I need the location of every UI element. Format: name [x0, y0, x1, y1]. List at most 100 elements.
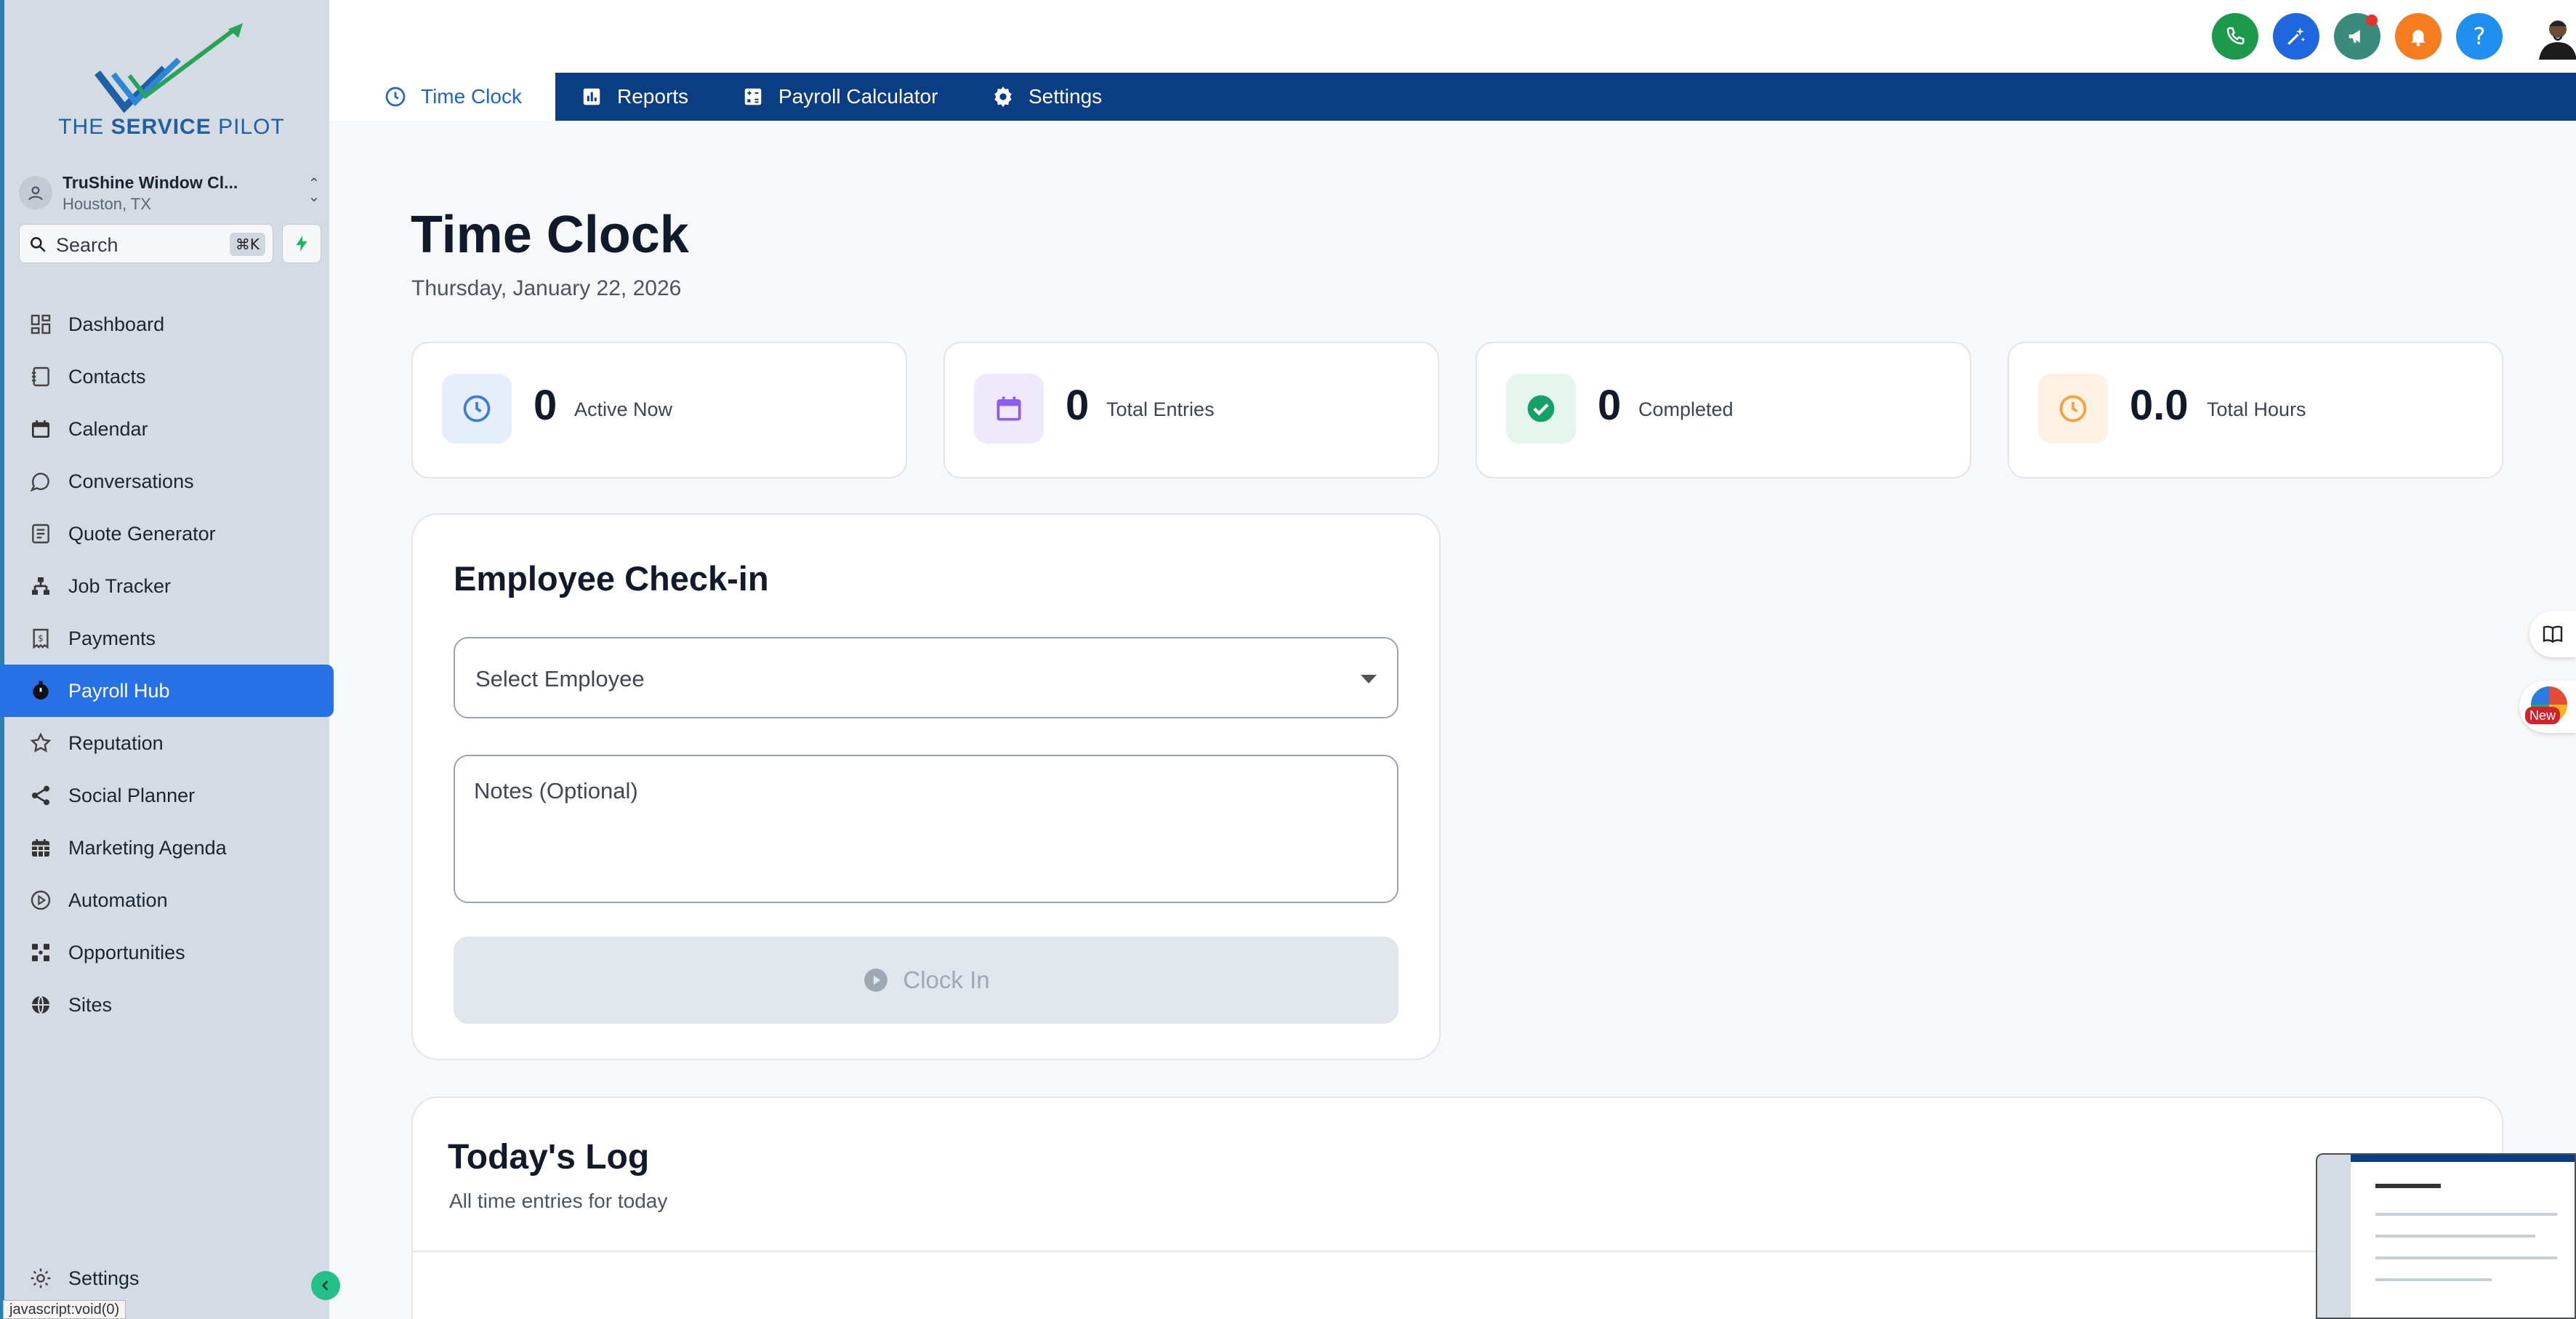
- search-label: Search: [56, 234, 118, 256]
- svg-text:$: $: [38, 633, 44, 644]
- stat-value: 0: [1598, 382, 1622, 429]
- search-shortcut: ⌘K: [229, 233, 265, 256]
- screenshot-thumbnail[interactable]: [2316, 1153, 2576, 1319]
- sidebar-item-marketing-agenda[interactable]: Marketing Agenda: [4, 822, 334, 874]
- sidebar-item-reputation[interactable]: Reputation: [4, 717, 334, 769]
- new-badge: New: [2525, 707, 2561, 724]
- sidebar-item-quote-generator[interactable]: Quote Generator: [4, 508, 334, 560]
- sidebar-item-label: Job Tracker: [68, 574, 172, 597]
- sidebar-item-conversations[interactable]: Conversations: [4, 455, 334, 508]
- account-location: Houston, TX: [63, 195, 151, 213]
- brand-name: THE SERVICE PILOT: [58, 115, 285, 139]
- employee-checkin-card: Employee Check-in Select Employee Clock …: [411, 513, 1441, 1060]
- sidebar-item-opportunities[interactable]: Opportunities: [4, 926, 334, 979]
- quick-action-button[interactable]: [282, 224, 321, 263]
- quote-icon: [28, 521, 54, 547]
- clock-in-button[interactable]: Clock In: [454, 937, 1398, 1024]
- account-name: TruShine Window Cl...: [63, 173, 238, 192]
- announcements-button[interactable]: [2334, 13, 2380, 60]
- calculator-icon: [741, 84, 765, 109]
- sidebar-item-sites[interactable]: Sites: [4, 979, 334, 1031]
- bell-icon: [2411, 30, 2426, 47]
- help-icon: ?: [2473, 23, 2486, 50]
- stat-label: Total Hours: [2207, 398, 2306, 420]
- sidebar-item-contacts[interactable]: Contacts: [4, 350, 334, 403]
- sidebar-item-job-tracker[interactable]: Job Tracker: [4, 560, 334, 612]
- top-header: ?: [329, 0, 2576, 73]
- stat-value: 0.0: [2130, 382, 2189, 429]
- sidebar-item-label: Calendar: [68, 417, 148, 440]
- sidebar-item-label: Reputation: [68, 731, 164, 754]
- profile-photo-icon: [2539, 20, 2576, 60]
- notifications-button[interactable]: [2395, 13, 2442, 60]
- account-switcher[interactable]: TruShine Window Cl... Houston, TX ⌃ ⌄: [16, 169, 325, 217]
- thumbnail-line: [2375, 1213, 2557, 1216]
- employee-select[interactable]: Select Employee: [454, 637, 1398, 718]
- check-circle-icon: [1506, 374, 1576, 444]
- search-input[interactable]: Search ⌘K: [19, 224, 273, 263]
- thumbnail-line: [2375, 1278, 2492, 1281]
- sidebar-item-dashboard[interactable]: Dashboard: [4, 298, 334, 350]
- knowledge-base-button[interactable]: [2529, 611, 2576, 657]
- sidebar-item-automation[interactable]: Automation: [4, 874, 334, 926]
- search-icon: [31, 237, 46, 252]
- bar-chart-icon: [579, 84, 604, 109]
- tab-reports[interactable]: Reports: [579, 73, 688, 121]
- stat-label: Total Entries: [1106, 398, 1215, 420]
- sidebar-item-label: Quote Generator: [68, 522, 216, 545]
- sidebar-item-label: Payments: [68, 627, 156, 649]
- tab-time-clock[interactable]: Time Clock: [329, 73, 555, 121]
- sidebar-item-label: Conversations: [68, 470, 194, 492]
- sidebar-item-settings[interactable]: Settings: [28, 1265, 140, 1291]
- notes-field[interactable]: [454, 755, 1398, 903]
- phone-button[interactable]: [2212, 13, 2258, 60]
- sidebar-item-payroll-hub[interactable]: Payroll Hub: [0, 665, 334, 717]
- chevron-updown-icon[interactable]: ⌃ ⌄: [303, 177, 325, 207]
- thumbnail-line: [2375, 1256, 2557, 1259]
- sidebar-item-label: Automation: [68, 889, 168, 911]
- magic-icon: [2287, 28, 2306, 45]
- sidebar-item-label: Dashboard: [68, 313, 165, 335]
- star-icon: [28, 730, 54, 756]
- sidebar-item-label: Contacts: [68, 365, 146, 388]
- collapse-sidebar-button[interactable]: [311, 1271, 340, 1300]
- user-avatar[interactable]: [2536, 13, 2576, 60]
- main-content: Time Clock Thursday, January 22, 2026 0 …: [363, 154, 2576, 1319]
- clock-icon: [2038, 374, 2108, 444]
- funnel-icon: [28, 939, 54, 966]
- stat-card-total-entries: 0 Total Entries: [943, 342, 1439, 478]
- gear-icon: [991, 84, 1015, 109]
- sidebar-item-calendar[interactable]: Calendar: [4, 403, 334, 455]
- stopwatch-icon: [28, 678, 54, 704]
- thumbnail-line: [2375, 1235, 2535, 1238]
- brand-logo[interactable]: THE SERVICE PILOT: [55, 22, 288, 145]
- log-title: Today's Log: [448, 1138, 650, 1176]
- sidebar-settings-label: Settings: [68, 1267, 140, 1289]
- tab-payroll-calculator[interactable]: Payroll Calculator: [741, 73, 938, 121]
- help-button[interactable]: ?: [2456, 13, 2503, 60]
- tab-label: Payroll Calculator: [778, 85, 938, 108]
- stat-label: Completed: [1638, 398, 1734, 420]
- contacts-icon: [28, 364, 54, 390]
- stat-card-total-hours: 0.0 Total Hours: [2008, 342, 2503, 478]
- tab-label: Settings: [1029, 85, 1103, 108]
- share-icon: [28, 782, 54, 809]
- sidebar-item-payments[interactable]: $ Payments: [4, 612, 334, 665]
- sitemap-icon: [28, 573, 54, 599]
- sidebar-item-label: Social Planner: [68, 784, 196, 806]
- sidebar-item-label: Sites: [68, 993, 113, 1016]
- calendar-grid-icon: [28, 835, 54, 861]
- play-circle-icon: [864, 969, 888, 992]
- tab-settings[interactable]: Settings: [991, 73, 1102, 121]
- clock-in-label: Clock In: [903, 966, 990, 993]
- tab-bar: Time Clock Reports Payroll Calculator Se…: [329, 73, 2576, 121]
- ai-assist-button[interactable]: [2273, 13, 2319, 60]
- sidebar-item-social-planner[interactable]: Social Planner: [4, 769, 334, 822]
- phone-icon: [2226, 27, 2245, 45]
- thumbnail-sidebar: [2317, 1155, 2351, 1318]
- gear-icon: [28, 1265, 54, 1291]
- logo-checkmark-icon: [94, 23, 243, 113]
- whats-new-widget[interactable]: New: [2519, 681, 2576, 733]
- caret-down-icon: [1361, 675, 1377, 683]
- stat-card-completed: 0 Completed: [1476, 342, 1971, 478]
